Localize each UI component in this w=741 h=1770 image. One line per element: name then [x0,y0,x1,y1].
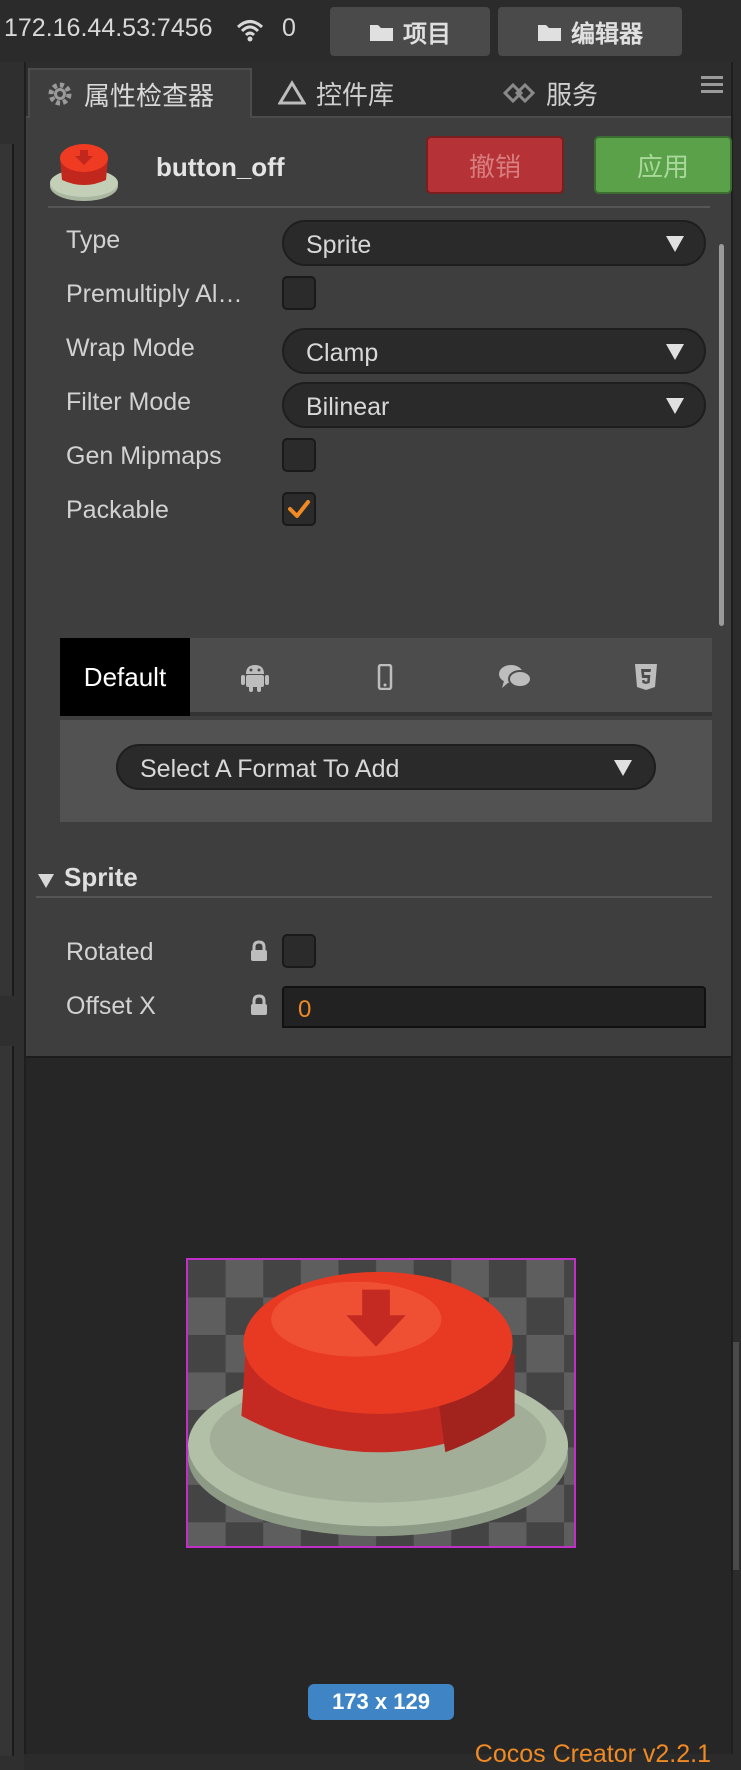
platform-tab-wechat[interactable] [450,638,580,716]
rotated-checkbox[interactable] [282,934,316,968]
platform-tab-android[interactable] [190,638,320,716]
type-label: Type [66,226,121,254]
folder-icon [538,24,561,41]
service-icon [502,82,536,104]
platform-tab-default[interactable]: Default [60,638,190,716]
tab-widget-library[interactable]: 控件库 [262,68,394,118]
filter-mode-select[interactable]: Bilinear [282,382,706,428]
platform-tab-mobile[interactable] [320,638,450,716]
asset-thumbnail [50,144,118,201]
chat-icon [499,665,532,688]
sprite-preview: 173 x 129 [26,1056,731,1754]
premultiply-alpha-label: Premultiply Al… [66,280,243,308]
rotated-label: Rotated [66,938,154,966]
sprite-section-header[interactable]: Sprite [36,862,712,898]
format-select[interactable]: Select A Format To Add [116,744,656,790]
wrap-mode-label: Wrap Mode [66,334,195,362]
offset-x-value: 0 [298,996,312,1023]
right-scrollbar[interactable] [733,1342,739,1570]
inspector-panel: 属性检查器 控件库 服务 button_off 撤销 应用 Type Sprit… [24,62,733,1754]
adjacent-panel-edge [0,62,24,1770]
filter-mode-label: Filter Mode [66,388,192,416]
packable-checkbox[interactable] [282,492,316,526]
platform-tabs: Default [60,638,712,716]
preview-image [186,1258,576,1548]
version-label: Cocos Creator v2.2.1 [474,1740,711,1768]
wifi-icon [236,20,264,42]
type-select-value: Sprite [306,231,372,259]
html5-icon [635,664,657,690]
panel-tabs: 属性检查器 控件库 服务 [26,62,731,118]
lock-icon [251,994,267,1015]
mobile-icon [377,664,393,690]
dropdown-arrow-icon [666,398,684,414]
dropdown-arrow-icon [614,760,632,776]
collapse-triangle-icon [38,874,54,888]
adjacent-panel-column [0,144,14,996]
connection-count: 0 [282,14,296,42]
tab-inspector[interactable]: 属性检查器 [28,68,252,118]
gear-icon [48,82,72,106]
open-project-button[interactable]: 项目 [330,7,490,56]
format-select-placeholder: Select A Format To Add [140,755,400,783]
platform-tab-html5[interactable] [580,638,712,716]
revert-button[interactable]: 撤销 [426,136,564,194]
offset-x-input[interactable]: 0 [282,986,706,1028]
android-icon [241,665,269,692]
folder-icon [370,24,393,41]
scrollbar[interactable] [719,244,724,626]
right-panel-edge [733,62,741,1770]
tab-inspector-label: 属性检查器 [84,80,215,111]
premultiply-alpha-checkbox[interactable] [282,276,316,310]
server-address: 172.16.44.53:7456 [4,14,213,42]
platform-settings-area: Select A Format To Add [60,720,712,822]
packable-label: Packable [66,496,169,524]
asset-header: button_off 撤销 应用 [48,132,732,208]
tab-widget-library-label: 控件库 [316,79,395,110]
open-editor-button[interactable]: 编辑器 [498,7,682,56]
apply-button[interactable]: 应用 [594,136,732,194]
gen-mipmaps-label: Gen Mipmaps [66,442,222,470]
image-dimensions-badge: 173 x 129 [308,1684,454,1720]
checkmark-icon [288,500,310,518]
hamburger-menu-icon[interactable] [701,76,723,94]
adjacent-panel-column [0,1106,14,1756]
dropdown-arrow-icon [666,236,684,252]
adjacent-panel-column [0,1046,14,1106]
tab-services-label: 服务 [546,79,599,110]
wrap-mode-value: Clamp [306,339,379,367]
wrap-mode-select[interactable]: Clamp [282,328,706,374]
dropdown-arrow-icon [666,344,684,360]
triangle-icon [278,80,306,105]
open-project-label: 项目 [403,21,451,48]
gen-mipmaps-checkbox[interactable] [282,438,316,472]
offset-x-label: Offset X [66,992,156,1020]
top-bar: 172.16.44.53:7456 0 项目 编辑器 [0,0,741,62]
tab-services[interactable]: 服务 [486,68,598,118]
filter-mode-value: Bilinear [306,393,390,421]
type-select[interactable]: Sprite [282,220,706,266]
asset-name: button_off [156,152,285,182]
lock-icon [251,940,267,961]
sprite-section-title: Sprite [64,862,138,892]
open-editor-label: 编辑器 [571,21,643,48]
